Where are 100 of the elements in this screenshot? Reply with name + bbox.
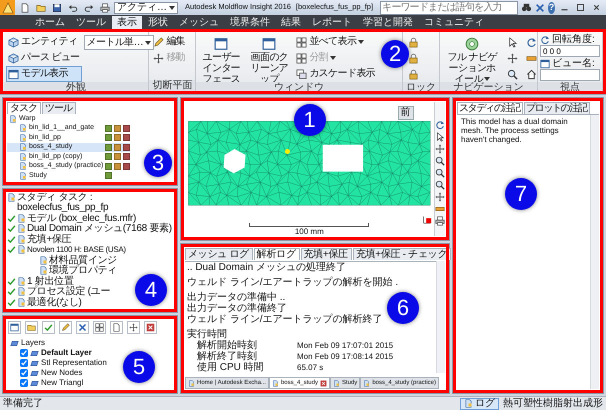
layer-tool-button[interactable] bbox=[110, 321, 123, 334]
menu-tab[interactable]: 形状 bbox=[143, 16, 173, 28]
zoom-icon bbox=[434, 156, 445, 166]
log-tab[interactable]: 充填+保圧 bbox=[300, 248, 352, 260]
ribbon-button[interactable]: パース ビュー bbox=[6, 50, 82, 66]
menu-tab[interactable]: ツール bbox=[71, 16, 111, 28]
document-icon bbox=[272, 380, 279, 386]
notes-tab[interactable]: プロットの注記 bbox=[524, 102, 590, 114]
pencil-icon bbox=[153, 36, 164, 48]
menu-tab[interactable]: コミュニティ bbox=[419, 16, 489, 28]
log-line: .. Dual Domain メッシュの処理終了 bbox=[186, 262, 346, 273]
task-label: 充填+保圧 bbox=[27, 234, 72, 245]
layer-tool-button[interactable] bbox=[76, 321, 89, 334]
document-icon bbox=[363, 380, 370, 386]
layer-tool-button[interactable] bbox=[59, 321, 72, 334]
task-label: Dual Domain メッシュ(7168 要素) bbox=[27, 224, 172, 234]
layer-checkbox[interactable] bbox=[20, 379, 28, 387]
panel-tab[interactable]: ツール bbox=[42, 102, 76, 114]
document-icon bbox=[17, 224, 26, 233]
log-label: 解析開始時刻 bbox=[197, 340, 258, 351]
task-header: スタディ タスク : boxelecfus_fus_pp_fp bbox=[17, 192, 110, 214]
callout-marker: 2 bbox=[381, 40, 410, 68]
task-label: プロセス設定 (ユー bbox=[27, 287, 110, 297]
move-arrows-icon bbox=[434, 144, 445, 154]
layer-checkbox[interactable] bbox=[20, 369, 28, 377]
menu-tab[interactable]: メッシュ bbox=[174, 16, 224, 28]
workspace-dropdown[interactable]: アクティ… bbox=[114, 2, 178, 14]
pencil-icon bbox=[61, 323, 70, 332]
layer-tool-button[interactable] bbox=[127, 321, 140, 334]
notes-tab[interactable]: スタディの注記 bbox=[457, 102, 523, 114]
ribbon-group-label: 切断平面 bbox=[149, 80, 196, 91]
layer-label[interactable]: New Nodes bbox=[41, 368, 82, 378]
menu-tab[interactable]: ホーム bbox=[30, 16, 70, 28]
log-button[interactable]: ログ bbox=[460, 398, 499, 410]
cube-icon bbox=[8, 36, 19, 48]
document-icon bbox=[17, 234, 26, 244]
window-icon bbox=[8, 68, 19, 80]
panel-tab[interactable]: タスク bbox=[7, 102, 41, 114]
check-icon bbox=[44, 323, 53, 332]
search-field[interactable]: キーワードまたは語句を入力 bbox=[380, 0, 518, 14]
cross-icon bbox=[78, 323, 87, 332]
callout-marker: 5 bbox=[123, 351, 155, 383]
ribbon-button[interactable]: モデル表示 bbox=[6, 66, 82, 82]
input-field[interactable]: 0 0 0 bbox=[540, 45, 600, 57]
callout-marker: 4 bbox=[135, 274, 167, 306]
task-label: 環境プロパティ bbox=[49, 266, 117, 276]
status-mode: 熱可塑性樹脂射出成形 bbox=[503, 398, 603, 410]
help-button[interactable]: ? bbox=[548, 2, 555, 14]
binoculars-icon bbox=[521, 2, 532, 13]
field-label: ビュー名: bbox=[552, 58, 595, 69]
undo-icon bbox=[68, 2, 78, 12]
move-arrows-icon bbox=[153, 52, 164, 64]
window-icon bbox=[10, 323, 19, 332]
print-icon bbox=[100, 2, 110, 12]
ribbon-button[interactable]: カスケード表示 bbox=[294, 66, 378, 82]
menu-tab[interactable]: 学習と開発 bbox=[358, 16, 418, 28]
document-icon bbox=[9, 114, 17, 123]
task-label: 最適化(なし) bbox=[27, 298, 82, 308]
cursor-icon bbox=[507, 36, 518, 48]
window-icon bbox=[540, 58, 550, 68]
log-label: 解析終了時刻 bbox=[197, 351, 258, 362]
toolbar-button[interactable] bbox=[98, 1, 112, 14]
layer-label[interactable]: Default Layer bbox=[41, 348, 92, 358]
menu-tab[interactable]: 表示 bbox=[112, 16, 142, 28]
document-icon bbox=[332, 380, 340, 386]
menu-tab[interactable]: レポート bbox=[307, 16, 357, 28]
window-icon bbox=[262, 37, 276, 51]
layer-label[interactable]: New Triangl bbox=[41, 378, 84, 388]
log-tab[interactable]: 解析ログ bbox=[254, 248, 300, 260]
ribbon-button[interactable]: 並べて表示 bbox=[294, 34, 378, 50]
menu-tab[interactable]: 境界条件 bbox=[225, 16, 275, 28]
document-icon bbox=[39, 256, 48, 264]
new-file-icon bbox=[20, 2, 30, 12]
redo-icon bbox=[84, 2, 94, 12]
folder-icon bbox=[36, 2, 46, 12]
toolbar-button[interactable] bbox=[50, 1, 64, 14]
unit-dropdown[interactable]: メートル単… bbox=[84, 35, 154, 50]
layer-checkbox[interactable] bbox=[20, 349, 28, 357]
window-control-button[interactable] bbox=[574, 1, 587, 14]
input-field[interactable] bbox=[540, 69, 600, 81]
layer-tool-button[interactable] bbox=[144, 321, 157, 334]
tiles-icon bbox=[296, 36, 308, 48]
close-icon bbox=[320, 380, 327, 386]
log-tab[interactable]: メッシュ ログ bbox=[185, 248, 253, 260]
view-cube[interactable]: 前 bbox=[398, 106, 414, 120]
layer-tool-button[interactable] bbox=[8, 321, 21, 334]
home-icon bbox=[526, 68, 538, 80]
layer-label[interactable]: Stl Representation bbox=[41, 358, 107, 368]
menu-tab[interactable]: 結果 bbox=[276, 16, 306, 28]
move-arrows-icon bbox=[129, 323, 138, 332]
ribbon-button[interactable]: 編集 bbox=[151, 34, 188, 50]
app-logo[interactable] bbox=[0, 0, 16, 15]
layer-checkbox[interactable] bbox=[20, 359, 28, 367]
layer-tool-button[interactable] bbox=[25, 321, 38, 334]
log-tab[interactable]: 充填+保圧 - チェック bbox=[352, 248, 451, 260]
rotate-icon bbox=[434, 120, 445, 130]
ribbon-button[interactable]: エンティティ bbox=[6, 34, 82, 50]
layer-tool-button[interactable] bbox=[93, 321, 106, 334]
tree-item[interactable]: Layers bbox=[8, 338, 172, 348]
callout-marker: 6 bbox=[387, 292, 419, 324]
